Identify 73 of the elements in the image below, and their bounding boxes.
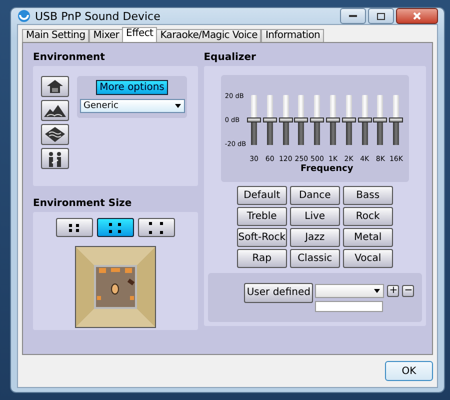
tab[interactable]: Information bbox=[261, 29, 324, 42]
environment-button[interactable] bbox=[41, 124, 69, 145]
speakers-icon bbox=[149, 222, 164, 234]
speaker-logo-icon bbox=[17, 9, 31, 23]
slider-thumb[interactable] bbox=[294, 118, 308, 122]
slider-track[interactable] bbox=[326, 93, 340, 147]
maximize-button[interactable] bbox=[368, 8, 394, 24]
slider-track[interactable] bbox=[294, 93, 308, 147]
preset-button[interactable]: Treble bbox=[236, 206, 287, 226]
preset-button[interactable]: Bass bbox=[342, 186, 393, 205]
preset-name-field[interactable] bbox=[315, 300, 384, 312]
section-heading: Equalizer bbox=[204, 52, 257, 63]
axis-label: Frequency bbox=[300, 164, 354, 174]
preset-button[interactable]: Classic bbox=[290, 248, 340, 268]
user-defined-button[interactable]: User defined bbox=[244, 282, 314, 303]
slider-track[interactable] bbox=[310, 93, 324, 147]
environment-button[interactable] bbox=[41, 100, 69, 121]
slider-track[interactable] bbox=[278, 93, 293, 147]
waves-icon bbox=[45, 127, 65, 142]
dropdown-arrow-icon bbox=[374, 288, 380, 293]
preset-button[interactable]: Default bbox=[236, 186, 287, 205]
close-icon bbox=[413, 12, 421, 20]
preset-button[interactable]: Rock bbox=[342, 206, 393, 226]
slider-track[interactable] bbox=[262, 93, 277, 147]
maximize-icon bbox=[377, 12, 385, 20]
size-button[interactable] bbox=[96, 218, 134, 237]
slider-track[interactable] bbox=[247, 93, 262, 147]
add-button[interactable]: + bbox=[387, 284, 400, 297]
preset-button[interactable]: Jazz bbox=[290, 228, 340, 247]
house-icon bbox=[46, 79, 64, 94]
size-button[interactable] bbox=[138, 218, 175, 237]
tab[interactable]: Karaoke/Magic Voice bbox=[156, 29, 262, 42]
environment-dropdown[interactable]: Generic bbox=[80, 99, 184, 113]
slider-thumb[interactable] bbox=[326, 118, 340, 122]
mountains-icon bbox=[44, 104, 66, 117]
tab[interactable]: Effect bbox=[122, 27, 158, 42]
slider-thumb[interactable] bbox=[389, 118, 404, 122]
slider-track[interactable] bbox=[358, 93, 372, 147]
minimize-icon bbox=[349, 14, 357, 18]
slider-thumb[interactable] bbox=[262, 118, 277, 122]
slider-track[interactable] bbox=[389, 93, 404, 147]
ok-button[interactable]: OK bbox=[385, 361, 433, 381]
slider-thumb[interactable] bbox=[358, 118, 372, 122]
dropdown-arrow-icon bbox=[174, 104, 180, 108]
speakers-icon bbox=[69, 224, 80, 232]
environment-button[interactable] bbox=[41, 76, 69, 97]
section-heading: Environment Size bbox=[33, 198, 133, 209]
slider-thumb[interactable] bbox=[278, 118, 293, 122]
tab[interactable]: Main Setting bbox=[22, 29, 90, 42]
user-preset-dropdown[interactable] bbox=[315, 284, 384, 298]
close-button[interactable] bbox=[396, 8, 438, 24]
window-title: USB PnP Sound Device bbox=[35, 10, 162, 22]
slider-thumb[interactable] bbox=[342, 118, 356, 122]
slider-thumb[interactable] bbox=[310, 118, 324, 122]
size-button[interactable] bbox=[56, 218, 93, 237]
preset-button[interactable]: Vocal bbox=[342, 248, 393, 268]
people-icon bbox=[46, 150, 64, 166]
minimize-button[interactable] bbox=[340, 8, 366, 24]
preset-button[interactable]: Metal bbox=[342, 228, 393, 247]
speakers-icon bbox=[109, 222, 122, 232]
slider-thumb[interactable] bbox=[247, 118, 262, 122]
environment-button[interactable] bbox=[41, 148, 69, 169]
slider-track[interactable] bbox=[373, 93, 388, 147]
slider-track[interactable] bbox=[342, 93, 356, 147]
more-options-button[interactable]: More options bbox=[96, 80, 168, 95]
section-heading: Environment bbox=[33, 52, 106, 63]
preset-button[interactable]: Rap bbox=[236, 248, 287, 268]
preset-button[interactable]: Live bbox=[290, 206, 340, 226]
slider-thumb[interactable] bbox=[373, 118, 388, 122]
tab[interactable]: Mixer bbox=[89, 29, 124, 42]
remove-button[interactable]: − bbox=[402, 284, 414, 297]
preset-button[interactable]: Soft-Rock bbox=[236, 228, 287, 247]
preset-button[interactable]: Dance bbox=[290, 186, 340, 205]
